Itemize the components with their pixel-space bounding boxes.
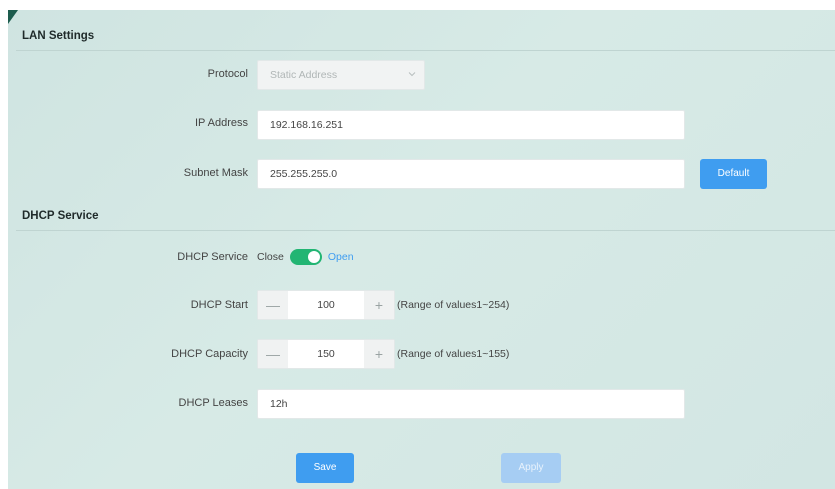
dhcp-start-label: DHCP Start	[190, 299, 248, 311]
dhcp-toggle[interactable]	[289, 249, 322, 265]
toggle-knob	[307, 251, 320, 263]
dhcp-divider	[16, 230, 835, 231]
chevron-down-icon	[408, 72, 416, 77]
dhcp-service-label: DHCP Service	[177, 251, 248, 263]
minus-icon[interactable]: —	[258, 340, 288, 368]
plus-icon[interactable]: +	[364, 340, 394, 368]
subnet-mask-input[interactable]: 255.255.255.0	[257, 159, 685, 189]
apply-button[interactable]: Apply	[501, 453, 561, 483]
corner-accent	[8, 10, 18, 24]
dhcp-start-value[interactable]: 100	[288, 291, 364, 319]
subnet-mask-label: Subnet Mask	[183, 167, 248, 179]
dhcp-start-hint: (Range of values1~254)	[397, 299, 510, 311]
default-button[interactable]: Default	[700, 159, 767, 189]
dhcp-capacity-stepper[interactable]: — 150 +	[257, 339, 395, 369]
minus-icon[interactable]: —	[258, 291, 288, 319]
dhcp-capacity-hint: (Range of values1~155)	[397, 348, 510, 360]
save-button[interactable]: Save	[296, 453, 354, 483]
dhcp-service-switch[interactable]: Close Open	[257, 249, 354, 265]
ip-address-label: IP Address	[195, 117, 248, 129]
close-option[interactable]: Close	[257, 251, 284, 263]
lan-section-title: LAN Settings	[22, 30, 95, 42]
dhcp-section-title: DHCP Service	[22, 210, 99, 222]
ip-address-input[interactable]: 192.168.16.251	[257, 110, 685, 140]
protocol-value: Static Address	[270, 69, 338, 81]
lan-divider	[16, 50, 835, 51]
protocol-label: Protocol	[207, 68, 248, 80]
protocol-select[interactable]: Static Address	[257, 60, 425, 90]
dhcp-capacity-label: DHCP Capacity	[171, 348, 248, 360]
dhcp-capacity-value[interactable]: 150	[288, 340, 364, 368]
settings-panel: LAN Settings Protocol Static Address IP …	[8, 10, 835, 489]
dhcp-leases-input[interactable]: 12h	[257, 389, 685, 419]
dhcp-start-stepper[interactable]: — 100 +	[257, 290, 395, 320]
plus-icon[interactable]: +	[364, 291, 394, 319]
open-option[interactable]: Open	[328, 251, 354, 263]
dhcp-leases-label: DHCP Leases	[178, 397, 249, 409]
